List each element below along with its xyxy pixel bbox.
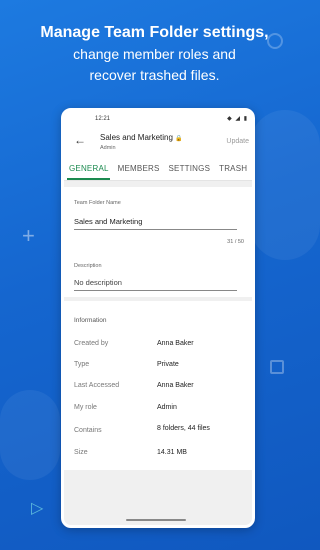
- folder-title-text: Sales and Marketing: [100, 133, 173, 142]
- folder-role: Admin: [100, 145, 116, 151]
- description-label: Description: [74, 263, 102, 269]
- team-folder-name-input[interactable]: Sales and Marketing: [74, 217, 237, 230]
- decor-triangle: ▷: [31, 500, 44, 517]
- info-key: Contains: [74, 427, 102, 434]
- decor-shape: [0, 390, 60, 480]
- info-value: Private: [157, 361, 179, 368]
- headline-line1: Manage Team Folder settings,: [40, 24, 269, 41]
- tab-trash[interactable]: TRASH: [214, 158, 251, 180]
- info-key: My role: [74, 404, 97, 411]
- phone-mockup: 12:21 ◆ ◢ ▮ ← Sales and Marketing 🔒 Admi…: [61, 108, 255, 528]
- info-value: Admin: [157, 404, 177, 411]
- tab-bar: GENERAL MEMBERS SETTINGS TRASH: [64, 158, 252, 181]
- info-value: 14.31 MB: [157, 449, 187, 456]
- update-button[interactable]: Update: [226, 138, 249, 145]
- lock-icon: 🔒: [175, 136, 183, 142]
- general-card: Team Folder Name Sales and Marketing 31 …: [64, 187, 252, 297]
- folder-title: Sales and Marketing 🔒: [100, 133, 183, 142]
- status-icons: ◆ ◢ ▮: [227, 116, 248, 122]
- name-char-counter: 31 / 50: [227, 239, 244, 245]
- tab-general[interactable]: GENERAL: [64, 158, 113, 180]
- info-value: Anna Baker: [157, 340, 194, 347]
- info-key: Type: [74, 361, 90, 368]
- tab-members[interactable]: MEMBERS: [113, 158, 164, 180]
- team-folder-name-label: Team Folder Name: [74, 200, 121, 206]
- back-arrow-icon[interactable]: ←: [74, 133, 86, 147]
- headline-line2: change member roles and: [73, 46, 236, 62]
- information-title: Information: [74, 317, 107, 324]
- info-value: Anna Baker: [157, 382, 194, 389]
- status-bar: 12:21 ◆ ◢ ▮: [64, 111, 252, 127]
- information-card: Information Created by Anna Baker Type P…: [64, 301, 252, 470]
- status-time: 12:21: [95, 116, 111, 122]
- decor-shape: [250, 110, 320, 260]
- promo-headline: Manage Team Folder settings, change memb…: [0, 22, 309, 86]
- tab-settings[interactable]: SETTINGS: [164, 158, 215, 180]
- info-value: 8 folders, 44 files: [157, 425, 210, 432]
- decor-plus: +: [22, 223, 35, 248]
- app-bar: ← Sales and Marketing 🔒 Admin Update: [64, 127, 252, 158]
- headline-line3: recover trashed files.: [89, 67, 220, 83]
- decor-square: [270, 360, 284, 374]
- info-key: Created by: [74, 340, 109, 347]
- description-input[interactable]: No description: [74, 278, 237, 291]
- gesture-nav-bar[interactable]: [126, 519, 186, 521]
- info-key: Last Accessed: [74, 382, 120, 389]
- info-key: Size: [74, 449, 88, 456]
